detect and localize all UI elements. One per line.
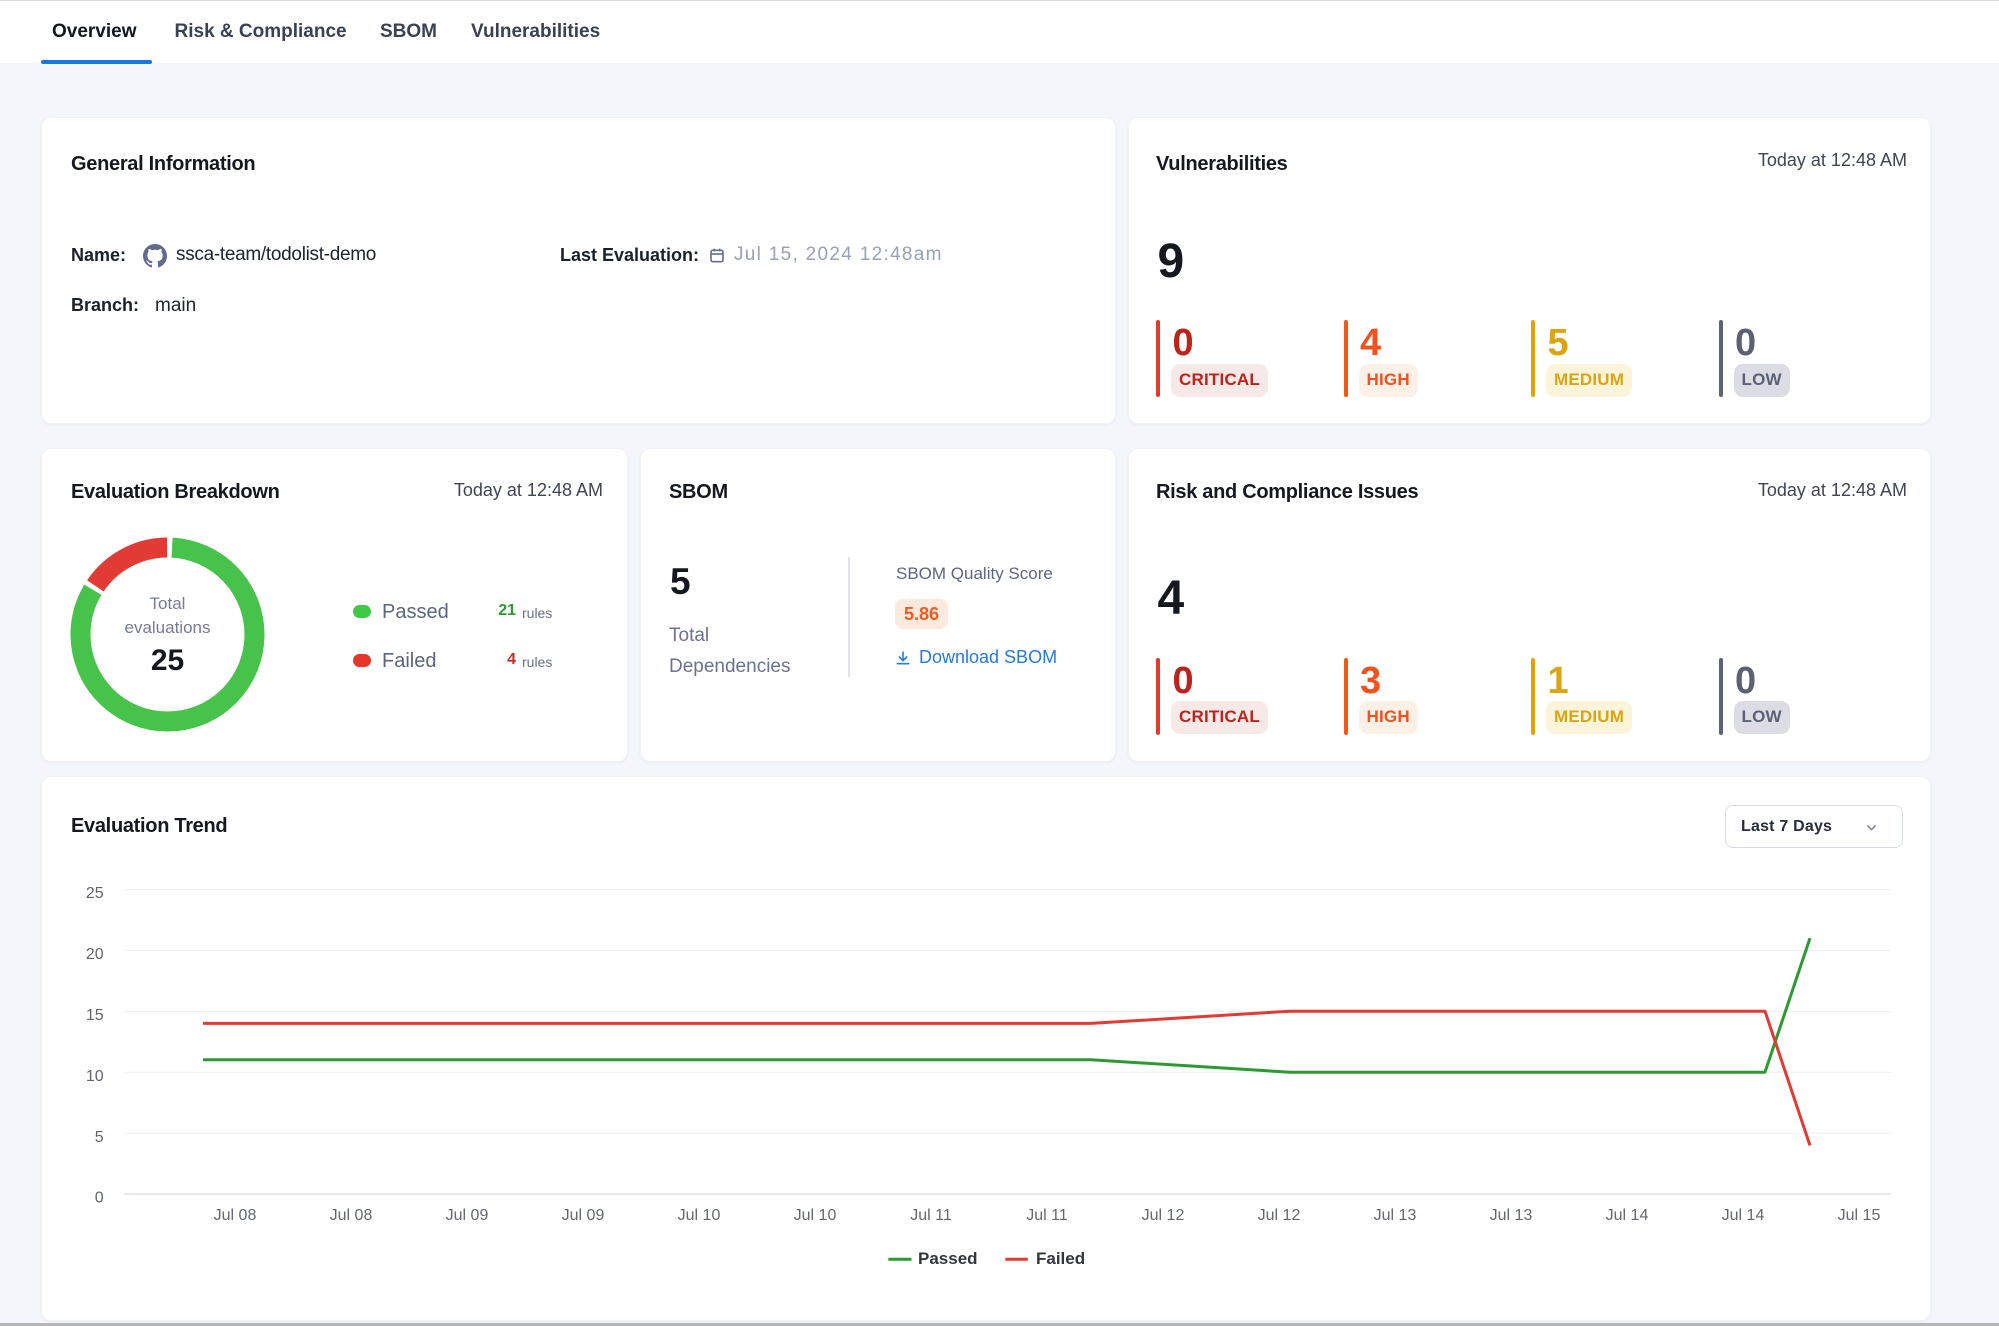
svg-text:Jul 12: Jul 12 [1258,1207,1301,1224]
svg-text:Jul 14: Jul 14 [1722,1207,1765,1224]
svg-text:0: 0 [95,1190,104,1207]
svg-text:10: 10 [86,1068,104,1085]
svg-text:Passed: Passed [918,1249,978,1268]
svg-text:Jul 09: Jul 09 [446,1207,489,1224]
svg-text:Failed: Failed [1036,1249,1085,1268]
svg-text:Jul 13: Jul 13 [1490,1207,1533,1224]
svg-text:Jul 09: Jul 09 [562,1207,605,1224]
svg-text:Jul 10: Jul 10 [678,1207,721,1224]
svg-text:25: 25 [151,644,184,677]
svg-text:25: 25 [86,885,104,902]
svg-text:Jul 11: Jul 11 [910,1207,952,1224]
svg-text:5: 5 [95,1129,104,1146]
svg-text:Jul 10: Jul 10 [794,1207,837,1224]
svg-text:Jul 11: Jul 11 [1026,1207,1068,1224]
svg-text:Jul 12: Jul 12 [1142,1207,1185,1224]
svg-text:Total: Total [150,594,186,613]
svg-text:Jul 08: Jul 08 [330,1207,373,1224]
svg-text:evaluations: evaluations [124,618,210,637]
svg-text:Jul 14: Jul 14 [1606,1207,1649,1224]
svg-text:Jul 15: Jul 15 [1838,1207,1881,1224]
svg-text:Jul 13: Jul 13 [1374,1207,1417,1224]
svg-text:15: 15 [86,1007,104,1024]
svg-text:Jul 08: Jul 08 [214,1207,257,1224]
svg-text:20: 20 [86,946,104,963]
